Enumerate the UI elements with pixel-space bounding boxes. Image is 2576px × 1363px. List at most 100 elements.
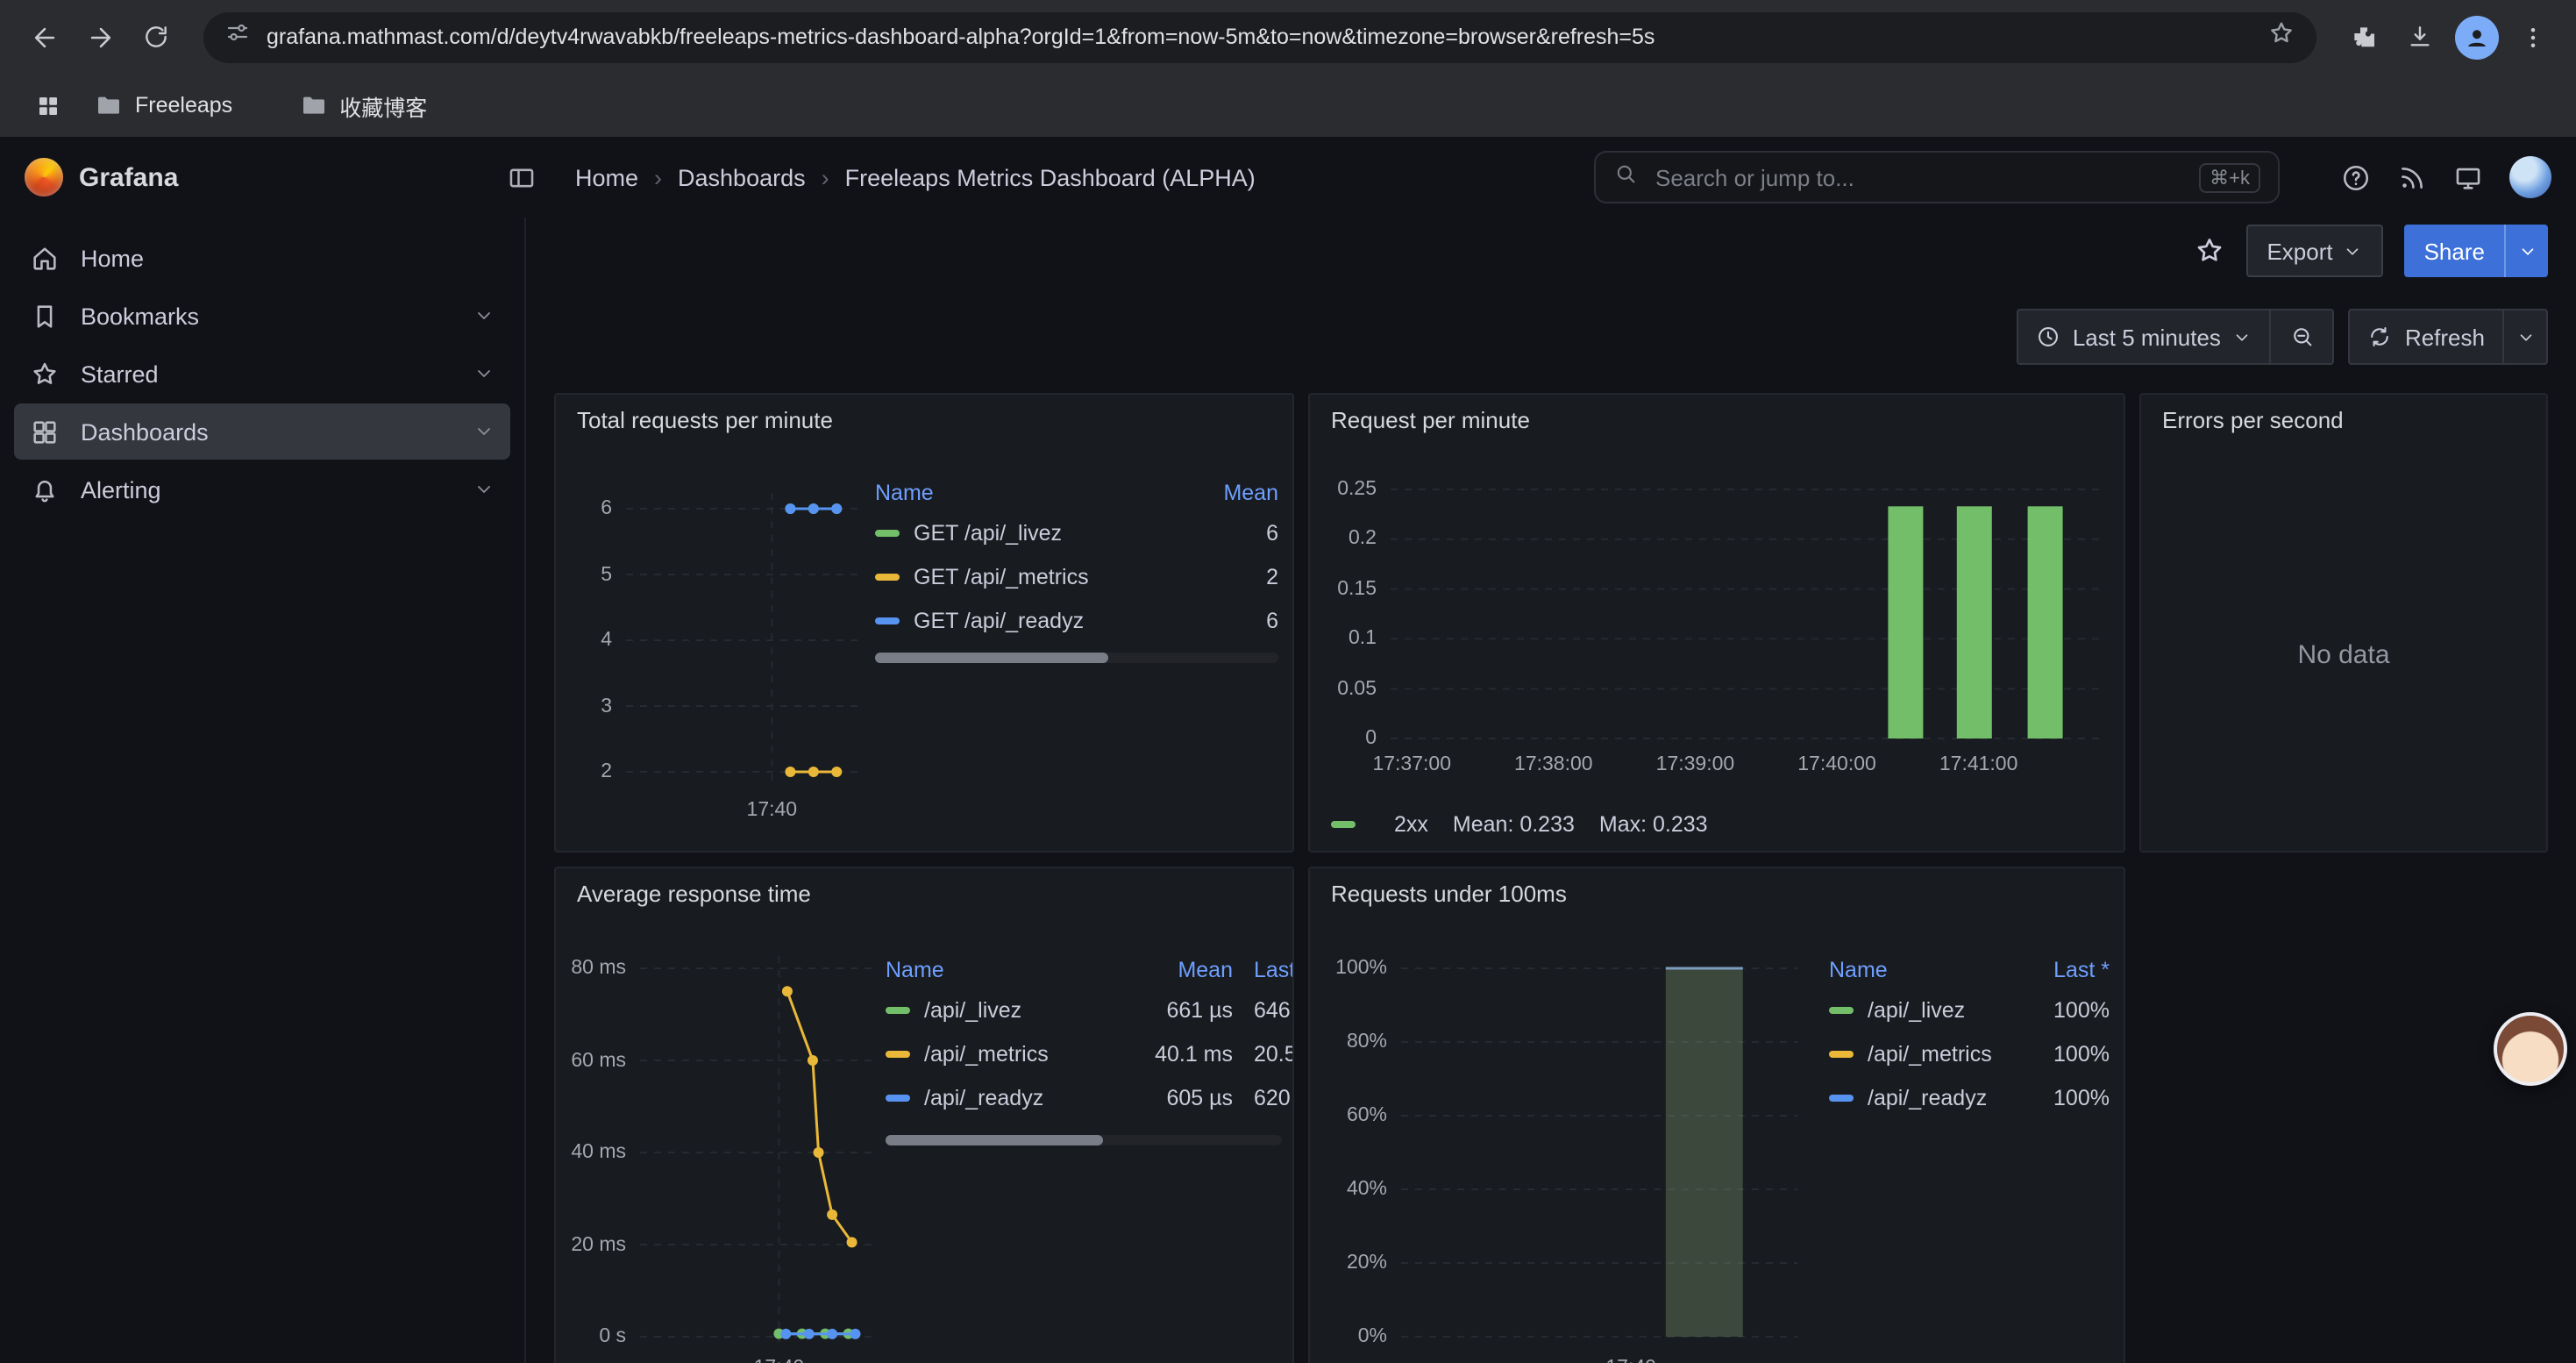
sidebar: Home Bookmarks Starred Dashboards bbox=[0, 218, 526, 1363]
sidebar-item-starred[interactable]: Starred bbox=[14, 346, 510, 402]
legend-scrollbar[interactable] bbox=[886, 1135, 1282, 1145]
url-text: grafana.mathmast.com/d/deytv4rwavabkb/fr… bbox=[267, 25, 2267, 49]
time-range-picker[interactable]: Last 5 minutes bbox=[2017, 309, 2272, 365]
chart-canvas[interactable]: 6543217:40 bbox=[566, 454, 868, 833]
series-marker bbox=[1331, 821, 1356, 828]
series-name[interactable]: /api/_readyz bbox=[1868, 1085, 1987, 1110]
sidebar-toggle-icon[interactable] bbox=[507, 162, 537, 192]
brand-title: Grafana bbox=[79, 162, 178, 192]
legend-header[interactable]: Name bbox=[1829, 958, 2018, 982]
series-name[interactable]: /api/_livez bbox=[924, 997, 1021, 1022]
chart-canvas[interactable]: 100%80%60%40%20%0%17:40 bbox=[1320, 942, 1811, 1363]
zoom-out-icon bbox=[2290, 325, 2315, 349]
bookmark-item[interactable]: 收藏博客 bbox=[285, 82, 441, 129]
share-button[interactable]: Share bbox=[2405, 225, 2504, 277]
apps-grid-icon[interactable] bbox=[21, 79, 74, 132]
scrollbar-thumb[interactable] bbox=[875, 653, 1109, 663]
series-name[interactable]: /api/_metrics bbox=[924, 1041, 1049, 1066]
chevron-down-icon[interactable] bbox=[473, 363, 495, 384]
dashboard-actions: Export Share bbox=[526, 218, 2576, 284]
search-input[interactable] bbox=[1652, 162, 2185, 192]
zoom-out-button[interactable] bbox=[2272, 309, 2335, 365]
legend-header[interactable]: Last bbox=[1233, 958, 1294, 982]
reload-icon[interactable] bbox=[130, 11, 182, 63]
panel-title[interactable]: Average response time bbox=[577, 881, 811, 907]
help-icon[interactable] bbox=[2341, 162, 2371, 192]
time-range-label: Last 5 minutes bbox=[2073, 324, 2221, 350]
legend-row: /api/_readyz605 µs620 bbox=[886, 1075, 1294, 1119]
scrollbar-thumb[interactable] bbox=[886, 1135, 1104, 1145]
series-marker bbox=[1829, 1094, 1854, 1101]
forward-icon[interactable] bbox=[74, 11, 126, 63]
sidebar-item-alerting[interactable]: Alerting bbox=[14, 461, 510, 517]
legend-row: /api/_livez661 µs646 bbox=[886, 988, 1294, 1031]
back-icon[interactable] bbox=[18, 11, 70, 63]
series-marker bbox=[886, 1006, 910, 1013]
profile-avatar bbox=[2454, 15, 2498, 59]
series-marker bbox=[1829, 1006, 1854, 1013]
bookmark-star-icon[interactable] bbox=[2267, 18, 2295, 55]
legend-mean: Mean: 0.233 bbox=[1453, 812, 1575, 837]
bookmark-label: Freeleaps bbox=[135, 93, 232, 118]
legend-scrollbar[interactable] bbox=[875, 653, 1278, 663]
series-name[interactable]: 2xx bbox=[1394, 812, 1428, 837]
export-button[interactable]: Export bbox=[2245, 225, 2383, 277]
assistant-avatar[interactable] bbox=[2494, 1012, 2567, 1086]
search-box[interactable]: ⌘+k bbox=[1594, 151, 2280, 203]
site-info-icon[interactable] bbox=[224, 19, 251, 54]
series-value: 646 bbox=[1233, 997, 1294, 1022]
series-name[interactable]: GET /api/_metrics bbox=[914, 564, 1089, 589]
breadcrumb-home[interactable]: Home bbox=[575, 164, 638, 190]
panel-title[interactable]: Total requests per minute bbox=[577, 407, 833, 433]
series-value: 100% bbox=[2018, 997, 2110, 1022]
chevron-down-icon[interactable] bbox=[473, 421, 495, 442]
panel-title[interactable]: Request per minute bbox=[1331, 407, 1530, 433]
series-name[interactable]: /api/_metrics bbox=[1868, 1041, 1992, 1066]
bell-icon bbox=[30, 474, 61, 505]
legend-row: /api/_livez 100% bbox=[1829, 988, 2110, 1031]
legend: 2xx Mean: 0.233 Max: 0.233 bbox=[1331, 812, 1708, 837]
chevron-down-icon bbox=[2517, 241, 2537, 260]
favorite-star-icon[interactable] bbox=[2193, 235, 2224, 267]
sidebar-item-label: Alerting bbox=[81, 476, 161, 503]
legend-header[interactable]: Mean bbox=[1191, 481, 1278, 505]
url-bar[interactable]: grafana.mathmast.com/d/deytv4rwavabkb/fr… bbox=[203, 11, 2316, 62]
extensions-icon[interactable] bbox=[2338, 11, 2390, 63]
series-name[interactable]: GET /api/_livez bbox=[914, 520, 1062, 545]
grafana-logo[interactable] bbox=[25, 158, 63, 196]
chart-canvas[interactable]: 0.250.20.150.10.05017:37:0017:38:0017:39… bbox=[1320, 458, 2113, 802]
breadcrumb-dashboards[interactable]: Dashboards bbox=[678, 164, 806, 190]
legend-header[interactable]: Name bbox=[886, 958, 1117, 982]
profile-icon[interactable] bbox=[2450, 11, 2502, 63]
series-value: 100% bbox=[2018, 1085, 2110, 1110]
panel-title[interactable]: Requests under 100ms bbox=[1331, 881, 1567, 907]
refresh-interval-dropdown[interactable] bbox=[2504, 309, 2548, 365]
legend-header[interactable]: Name bbox=[875, 481, 1191, 505]
series-name[interactable]: /api/_readyz bbox=[924, 1085, 1043, 1110]
legend-row: GET /api/_metrics2 bbox=[875, 554, 1278, 598]
series-name[interactable]: /api/_livez bbox=[1868, 997, 1965, 1022]
menu-icon[interactable] bbox=[2506, 11, 2558, 63]
export-label: Export bbox=[2266, 238, 2332, 264]
sidebar-item-bookmarks[interactable]: Bookmarks bbox=[14, 288, 510, 344]
user-avatar[interactable] bbox=[2509, 156, 2551, 198]
browser-window: grafana.mathmast.com/d/deytv4rwavabkb/fr… bbox=[0, 0, 2576, 1363]
chevron-down-icon[interactable] bbox=[473, 479, 495, 500]
monitor-icon[interactable] bbox=[2453, 162, 2483, 192]
rss-icon[interactable] bbox=[2397, 162, 2427, 192]
series-name[interactable]: GET /api/_readyz bbox=[914, 608, 1084, 632]
chart-canvas[interactable]: 80 ms60 ms40 ms20 ms0 s17:40 bbox=[566, 942, 886, 1363]
sidebar-item-dashboards[interactable]: Dashboards bbox=[14, 403, 510, 460]
download-icon[interactable] bbox=[2394, 11, 2446, 63]
chevron-down-icon[interactable] bbox=[473, 305, 495, 326]
sidebar-item-home[interactable]: Home bbox=[14, 230, 510, 286]
legend-header[interactable]: Last * bbox=[2018, 958, 2110, 982]
bookmark-item[interactable]: Freeleaps bbox=[81, 84, 246, 126]
legend-header[interactable]: Mean bbox=[1117, 958, 1233, 982]
share-dropdown[interactable] bbox=[2504, 225, 2548, 277]
panel-title[interactable]: Errors per second bbox=[2162, 407, 2344, 433]
star-icon bbox=[30, 358, 61, 389]
series-value: 6 bbox=[1191, 520, 1278, 545]
series-value: 605 µs bbox=[1117, 1085, 1233, 1110]
refresh-button[interactable]: Refresh bbox=[2349, 309, 2504, 365]
